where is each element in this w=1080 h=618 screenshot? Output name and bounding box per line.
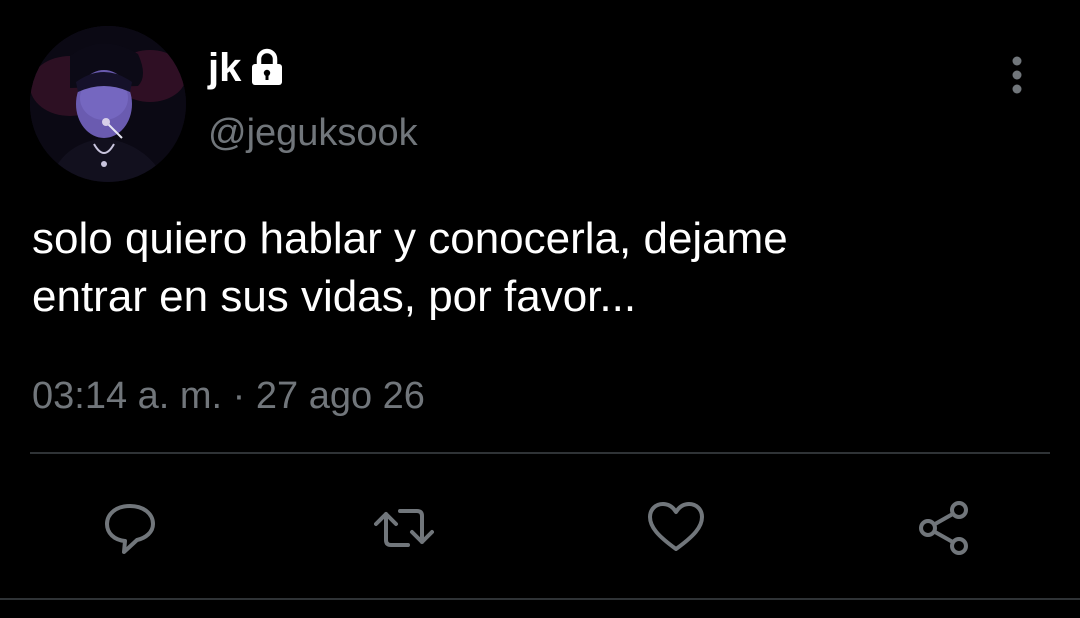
display-name-row[interactable]: jk	[208, 44, 285, 92]
share-icon	[919, 501, 968, 555]
more-options-icon[interactable]	[1002, 52, 1032, 98]
like-button[interactable]	[646, 498, 706, 558]
like-icon	[648, 502, 704, 551]
tweet-timestamp[interactable]: 03:14 a. m. · 27 ago 26	[32, 373, 425, 419]
bottom-divider	[0, 598, 1080, 600]
retweet-icon	[374, 509, 434, 547]
display-name[interactable]: jk	[208, 44, 241, 92]
share-button[interactable]	[914, 498, 974, 558]
user-handle[interactable]: @jeguksook	[208, 110, 418, 156]
avatar-image	[30, 26, 186, 182]
tweet-text: solo quiero hablar y conocerla, dejame e…	[32, 214, 788, 321]
divider	[30, 452, 1050, 454]
reply-icon	[105, 504, 155, 554]
retweet-button[interactable]	[374, 498, 434, 558]
lock-icon	[249, 48, 285, 88]
reply-button[interactable]	[100, 498, 160, 558]
avatar[interactable]	[30, 26, 186, 182]
